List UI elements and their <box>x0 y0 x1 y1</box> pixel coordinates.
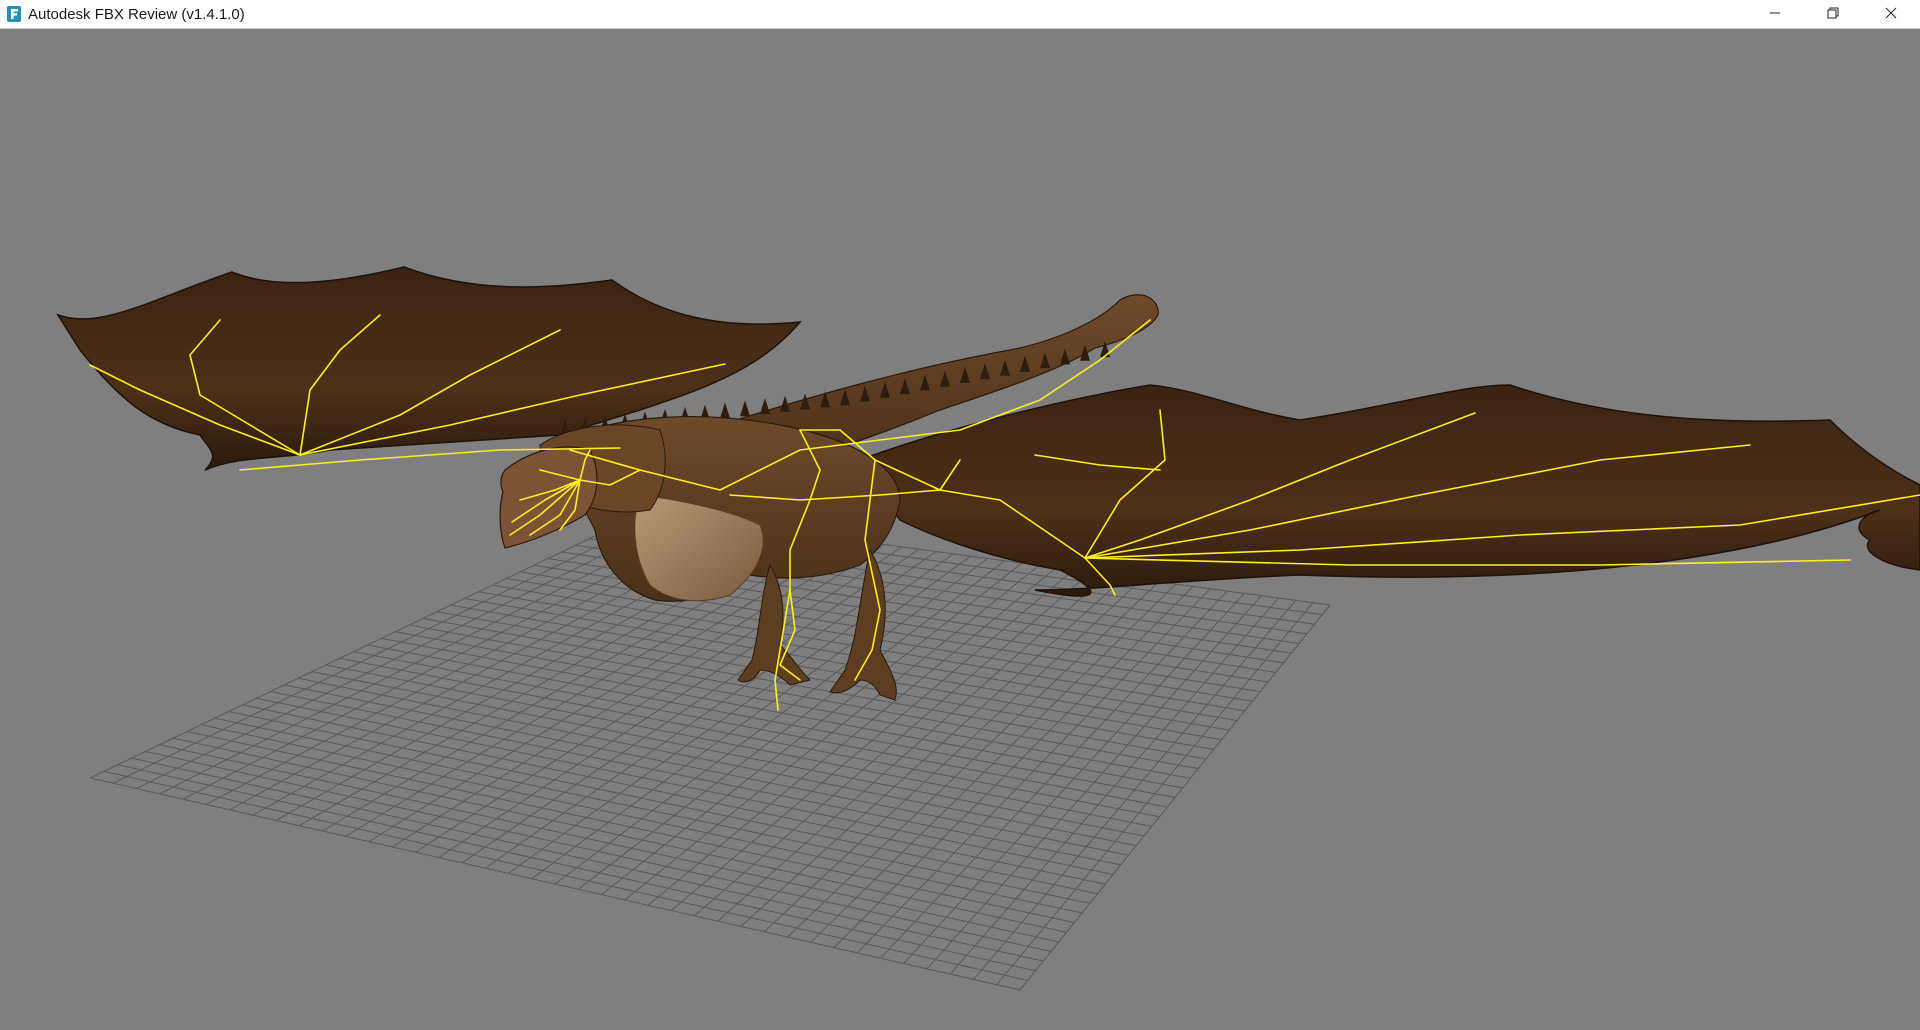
grid-line <box>1019 604 1331 991</box>
title-bar[interactable]: Autodesk FBX Review (v1.4.1.0) <box>0 0 1920 29</box>
3d-viewport[interactable] <box>0 30 1920 1030</box>
spine <box>720 402 730 419</box>
window-controls <box>1746 0 1920 29</box>
grid-line <box>89 777 1021 991</box>
fbx-review-icon <box>6 5 22 23</box>
grid-line <box>117 764 1036 972</box>
app-window: Autodesk FBX Review (v1.4.1.0) <box>0 0 1920 1030</box>
grid-line <box>159 744 1059 943</box>
grid-line <box>131 757 1044 962</box>
restore-button[interactable] <box>1804 0 1862 29</box>
grid-line <box>903 593 1245 964</box>
spine <box>760 398 770 414</box>
window-title: Autodesk FBX Review (v1.4.1.0) <box>28 5 245 23</box>
grid-line <box>145 750 1052 952</box>
grid-line <box>173 737 1067 933</box>
restore-icon <box>1827 6 1839 24</box>
grid-line <box>996 602 1314 986</box>
close-button[interactable] <box>1862 0 1920 29</box>
front-leg-left <box>737 563 811 686</box>
minimize-icon <box>1769 6 1781 24</box>
dragon-model[interactable] <box>56 266 1920 701</box>
spine <box>740 400 750 417</box>
close-icon <box>1885 6 1897 24</box>
viewport-canvas[interactable] <box>0 30 1920 1030</box>
minimize-button[interactable] <box>1746 0 1804 29</box>
